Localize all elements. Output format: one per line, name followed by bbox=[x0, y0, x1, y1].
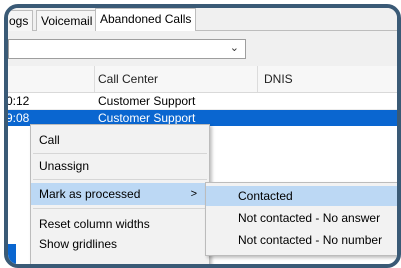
window-frame: ogs Voicemail Abandoned Calls ⌄ Call Cen… bbox=[4, 4, 401, 268]
column-separator[interactable] bbox=[257, 66, 258, 92]
time-cell: 9:08 bbox=[6, 111, 30, 125]
menu-item-reset-column-widths[interactable]: Reset column widths bbox=[31, 213, 209, 235]
column-header-call-center[interactable]: Call Center bbox=[98, 72, 158, 86]
context-menu: Call Unassign Mark as processed > Reset … bbox=[30, 124, 210, 264]
filter-combo[interactable]: ⌄ bbox=[8, 39, 246, 59]
submenu-item-no-number[interactable]: Not contacted - No number bbox=[206, 230, 397, 250]
submenu-item-no-answer[interactable]: Not contacted - No answer bbox=[206, 208, 397, 228]
grid-header: Call Center DNIS bbox=[8, 66, 397, 93]
submenu-mark-as-processed: Contacted Not contacted - No answer Not … bbox=[205, 182, 397, 256]
column-separator[interactable] bbox=[94, 66, 95, 92]
column-header-dnis[interactable]: DNIS bbox=[264, 72, 293, 86]
chevron-right-icon: > bbox=[190, 188, 197, 200]
submenu-item-contacted[interactable]: Contacted bbox=[206, 186, 397, 206]
menu-item-mark-as-processed[interactable]: Mark as processed > bbox=[31, 183, 209, 205]
menu-separator bbox=[33, 153, 207, 154]
filter-toolbar: ⌄ bbox=[8, 31, 397, 65]
selection-indicator bbox=[8, 244, 16, 264]
table-row[interactable]: 0:12 Customer Support bbox=[8, 93, 397, 110]
menu-separator bbox=[33, 179, 207, 180]
tab-logs[interactable]: ogs bbox=[8, 10, 34, 31]
menu-item-show-gridlines[interactable]: Show gridlines bbox=[31, 233, 209, 255]
menu-item-call[interactable]: Call bbox=[31, 129, 209, 151]
tab-strip: ogs Voicemail Abandoned Calls bbox=[8, 8, 397, 32]
chevron-down-icon[interactable]: ⌄ bbox=[230, 41, 239, 54]
menu-item-label: Mark as processed bbox=[39, 187, 141, 201]
call-center-cell: Customer Support bbox=[98, 94, 196, 108]
tab-voicemail[interactable]: Voicemail bbox=[36, 10, 98, 31]
menu-item-unassign[interactable]: Unassign bbox=[31, 155, 209, 177]
tab-abandoned-calls[interactable]: Abandoned Calls bbox=[95, 8, 197, 32]
menu-separator bbox=[33, 208, 207, 209]
time-cell: 0:12 bbox=[6, 94, 30, 108]
